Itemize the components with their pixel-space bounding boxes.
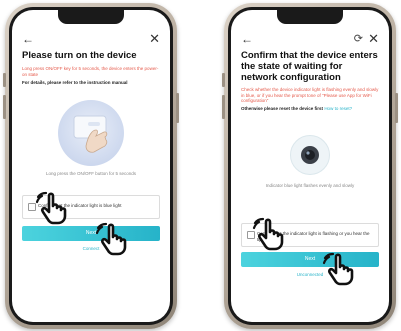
next-button[interactable]: Next — [22, 226, 160, 241]
page-title: Confirm that the device enters the state… — [241, 50, 378, 83]
secondary-link[interactable]: Connect — [12, 246, 170, 251]
pointing-hand-icon — [35, 191, 67, 225]
phone-side-button — [222, 73, 225, 87]
phone-notch — [277, 10, 343, 24]
next-button[interactable]: Next — [241, 252, 379, 267]
camera-device-illustration — [290, 135, 330, 175]
page-title: Please turn on the device — [22, 50, 137, 61]
power-on-illustration — [58, 100, 124, 166]
phone-right: ← ⟳ ✕ Confirm that the device enters the… — [222, 3, 398, 329]
phone-left: ← ✕ Please turn on the device Long press… — [3, 3, 179, 329]
secondary-link[interactable]: Unconnected — [231, 272, 389, 277]
phone-side-button — [3, 73, 6, 87]
top-bar: ← ⟳ ✕ — [241, 31, 379, 47]
manual-reference-text: For details, please refer to the instruc… — [22, 80, 128, 85]
close-icon[interactable]: ✕ — [368, 31, 379, 47]
phone-power-button — [176, 93, 179, 123]
phone-side-button — [222, 95, 225, 119]
close-icon[interactable]: ✕ — [149, 31, 160, 47]
refresh-icon[interactable]: ⟳ — [354, 32, 363, 45]
phone-power-button — [395, 93, 398, 123]
instruction-note: Check whether the device indicator light… — [241, 87, 379, 103]
camera-icon — [301, 146, 319, 164]
phone-bezel: ← ✕ Please turn on the device Long press… — [9, 7, 173, 325]
reset-prompt-row: Otherwise please reset the device first … — [241, 106, 381, 112]
app-screen-right: ← ⟳ ✕ Confirm that the device enters the… — [231, 10, 389, 322]
back-icon[interactable]: ← — [22, 32, 34, 46]
pointing-hand-icon — [95, 222, 127, 256]
how-to-reset-link[interactable]: How to reset? — [324, 106, 352, 111]
instruction-note: Long press ON/OFF key for 5 seconds, the… — [22, 66, 159, 77]
phone-notch — [58, 10, 124, 24]
app-screen-left: ← ✕ Please turn on the device Long press… — [12, 10, 170, 322]
pointing-hand-icon — [252, 217, 284, 251]
illustration-caption: Long press the ON/OFF button for 5 secon… — [45, 171, 137, 176]
phone-bezel: ← ⟳ ✕ Confirm that the device enters the… — [228, 7, 392, 325]
reset-prompt-text: Otherwise please reset the device first — [241, 106, 324, 111]
phone-side-button — [3, 95, 6, 119]
pointing-hand-icon — [322, 252, 354, 286]
top-bar: ← ✕ — [22, 31, 160, 47]
illustration-caption: Indicator blue light flashes evenly and … — [265, 183, 355, 188]
hand-device-illustration-icon — [73, 115, 108, 153]
back-icon[interactable]: ← — [241, 32, 253, 46]
